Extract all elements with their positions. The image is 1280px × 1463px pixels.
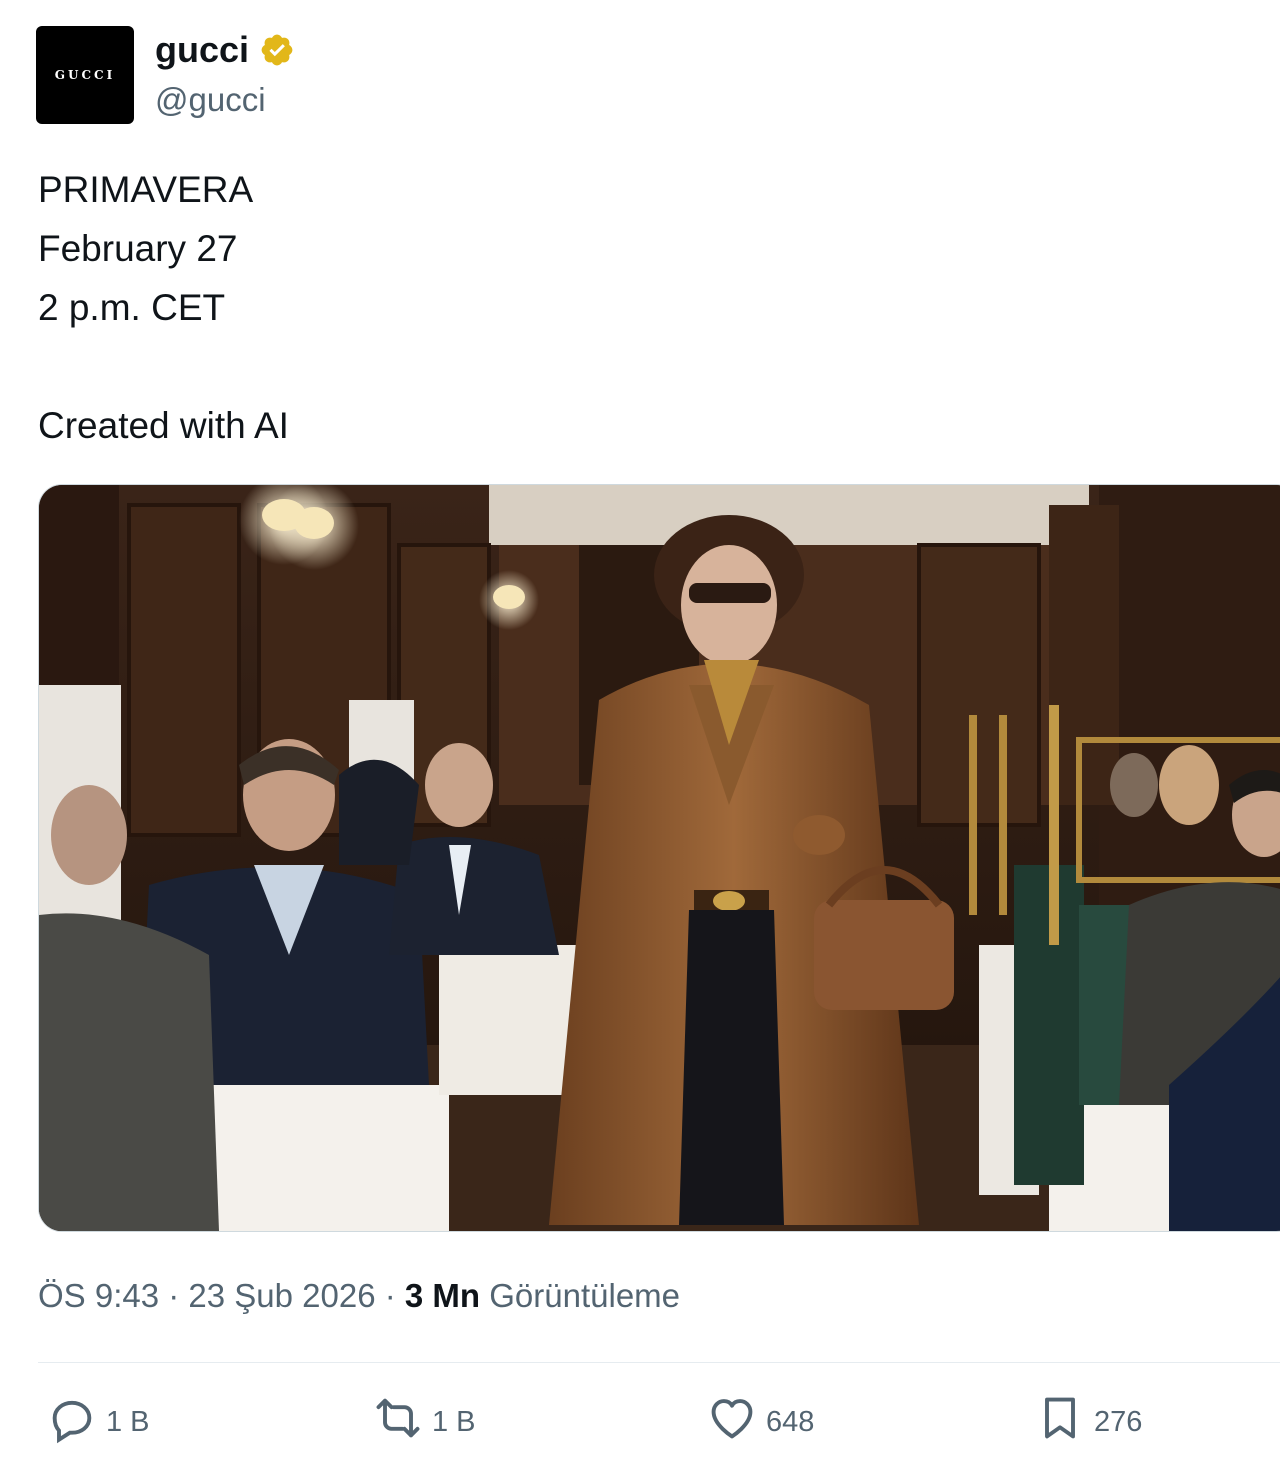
tweet-text-line: PRIMAVERA <box>38 169 254 210</box>
like-button[interactable]: 648 <box>706 1390 814 1454</box>
reply-count: 1 B <box>106 1405 150 1438</box>
heart-icon <box>706 1392 758 1452</box>
verified-badge-icon <box>259 32 295 68</box>
tweet-date: 23 Şub 2026 <box>188 1277 376 1314</box>
retweet-button[interactable]: 1 B <box>372 1390 476 1454</box>
tweet-text: PRIMAVERA February 27 2 p.m. CET Created… <box>38 160 289 455</box>
divider <box>38 1362 1280 1363</box>
author-handle[interactable]: @gucci <box>155 78 266 122</box>
views-label: Görüntüleme <box>489 1277 681 1314</box>
avatar[interactable]: GUCCI <box>36 26 134 124</box>
like-count: 648 <box>766 1405 815 1438</box>
meta-separator: · <box>375 1277 405 1314</box>
bookmark-button[interactable]: 276 <box>1034 1390 1142 1454</box>
retweet-arrows-icon <box>372 1392 424 1452</box>
tweet-text-line: February 27 <box>38 228 238 269</box>
tweet-meta: ÖS 9:43 · 23 Şub 2026 · 3 Mn Görüntüleme <box>38 1272 680 1320</box>
speech-bubble-icon <box>46 1392 98 1452</box>
tweet-timestamp-link[interactable]: ÖS 9:43 · 23 Şub 2026 <box>38 1277 376 1314</box>
tweet-actions-bar: 1 B 1 B 648 276 <box>0 1390 1280 1454</box>
tweet-time: ÖS 9:43 <box>38 1277 160 1314</box>
tweet-media-image[interactable] <box>38 484 1280 1232</box>
tweet: GUCCI gucci @gucci PRIMAVERA February 27… <box>0 0 1280 1463</box>
author-name: gucci <box>155 29 250 70</box>
author-display-name[interactable]: gucci <box>155 26 295 74</box>
bookmark-icon <box>1034 1392 1086 1452</box>
views-count: 3 Mn <box>404 1277 481 1314</box>
tweet-text-line: Created with AI <box>38 405 289 446</box>
tweet-text-line: 2 p.m. CET <box>38 287 226 328</box>
meta-separator: · <box>159 1277 189 1314</box>
retweet-count: 1 B <box>432 1405 476 1438</box>
reply-button[interactable]: 1 B <box>46 1390 150 1454</box>
avatar-logo-text: GUCCI <box>54 68 116 82</box>
bookmark-count: 276 <box>1094 1405 1143 1438</box>
restaurant-scene-illustration <box>39 485 1280 1231</box>
